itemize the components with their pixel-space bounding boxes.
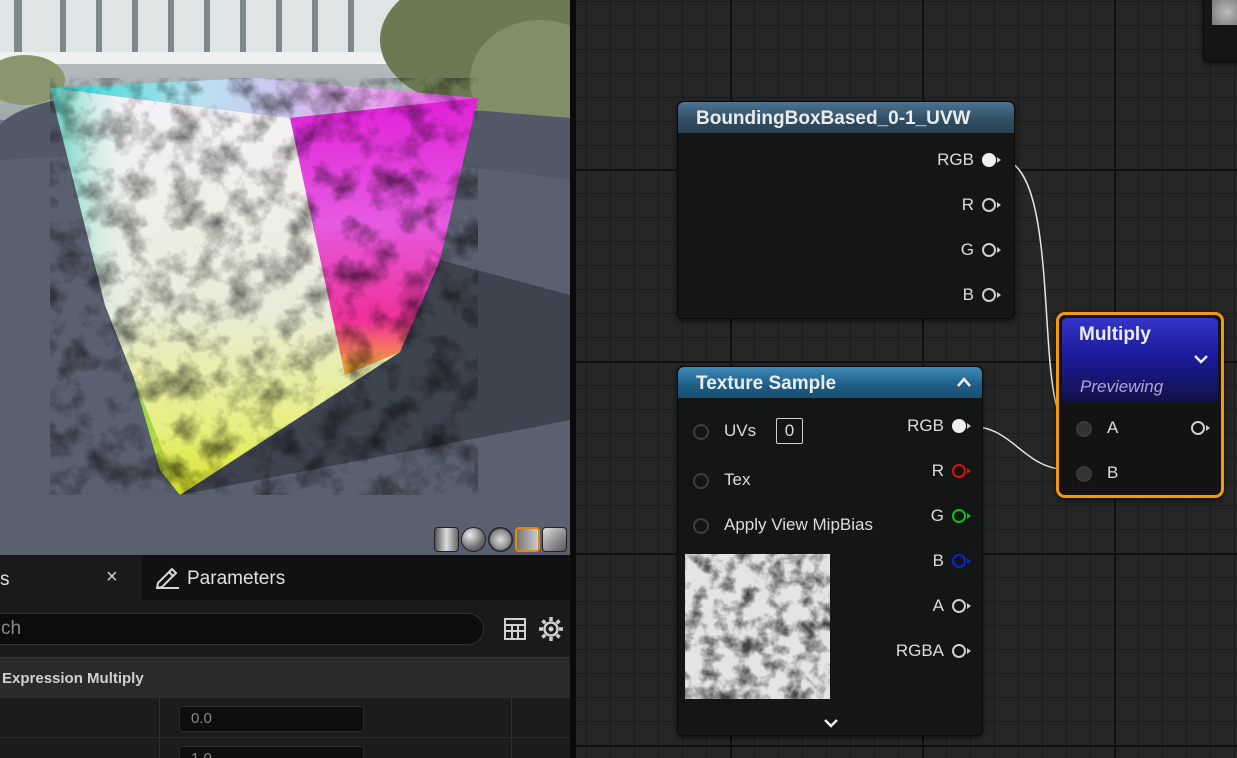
column-divider — [159, 698, 160, 738]
output-pin-result[interactable] — [1187, 416, 1210, 440]
column-divider — [159, 738, 160, 758]
pencil-icon — [155, 567, 179, 589]
pin-arrow — [967, 558, 971, 564]
texture-sample-node[interactable]: Texture Sample UVs 0 Tex Apply View MipB… — [677, 366, 983, 736]
pin-label: G — [960, 240, 974, 259]
panel-tab-bar: s × Parameters — [0, 555, 570, 600]
category-header[interactable]: Expression Multiply — [0, 657, 570, 697]
pin-connector — [982, 243, 996, 257]
column-divider — [511, 698, 512, 738]
property-row: 1.0 — [0, 737, 570, 758]
preview-status: Previewing — [1080, 377, 1164, 396]
pin-connector — [952, 644, 966, 658]
pin-label: RGBA — [895, 641, 944, 660]
node-title: Texture Sample — [696, 373, 837, 394]
details-search-input[interactable]: ch — [0, 613, 484, 645]
pin-label: UVs — [724, 421, 757, 440]
cube-preview-icon[interactable] — [515, 527, 540, 552]
pin-label: RGB — [907, 416, 944, 435]
pin-label: B — [962, 285, 974, 304]
pin-label: Apply View MipBias — [724, 515, 873, 534]
plane-preview-icon[interactable] — [488, 527, 513, 552]
pin-arrow — [997, 292, 1001, 298]
pin-connector — [693, 473, 709, 489]
pin-label: R — [961, 195, 974, 214]
pin-connector — [952, 419, 966, 433]
custom-mesh-preview-icon[interactable] — [542, 527, 567, 552]
details-panel: s × Parameters ch Expression Multiply 0.… — [0, 555, 570, 758]
pin-connector — [982, 153, 996, 167]
const-b-field[interactable]: 1.0 — [179, 746, 364, 758]
pin-label: B — [1107, 463, 1119, 482]
pin-label: A — [1107, 418, 1119, 437]
pin-arrow — [967, 468, 971, 474]
bounding-box-uvw-node[interactable]: BoundingBoxBased_0-1_UVW RGB R G B — [677, 101, 1015, 319]
pin-arrow — [967, 648, 971, 654]
node-title: BoundingBoxBased_0-1_UVW — [696, 108, 971, 129]
tab-details[interactable]: s × — [0, 555, 142, 600]
chevron-down-icon[interactable] — [1193, 353, 1209, 365]
pin-arrow — [1206, 425, 1210, 431]
pin-arrow — [967, 603, 971, 609]
material-graph-canvas[interactable]: BoundingBoxBased_0-1_UVW RGB R G B Textu… — [576, 0, 1237, 758]
tab-parameters-label: Parameters — [187, 568, 286, 589]
chevron-up-icon[interactable] — [956, 376, 972, 388]
pin-connector — [1191, 421, 1205, 435]
pin-label: B — [932, 551, 944, 570]
tab-details-label: s — [0, 569, 10, 590]
close-icon[interactable]: × — [106, 566, 118, 589]
pin-connector — [982, 198, 996, 212]
uv-index-field[interactable]: 0 — [776, 418, 803, 444]
pin-connector — [952, 554, 966, 568]
property-row: 0.0 — [0, 697, 570, 738]
pin-label: Tex — [724, 470, 751, 489]
pin-arrow — [997, 157, 1001, 163]
gear-icon[interactable] — [538, 616, 564, 642]
pin-label: R — [931, 461, 944, 480]
pin-connector — [952, 599, 966, 613]
pin-label: G — [930, 506, 944, 525]
preview-scene — [0, 0, 570, 555]
table-view-icon[interactable] — [503, 617, 527, 641]
const-a-field[interactable]: 0.0 — [179, 706, 364, 732]
pin-connector — [693, 424, 709, 440]
pin-connector — [952, 464, 966, 478]
texture-preview-thumbnail — [685, 554, 830, 699]
node-title: Multiply — [1079, 324, 1151, 345]
pin-arrow — [997, 202, 1001, 208]
pin-arrow — [967, 513, 971, 519]
material-preview-viewport[interactable] — [0, 0, 570, 555]
pin-label: A — [932, 596, 944, 615]
pin-connector — [1076, 421, 1092, 437]
cylinder-preview-icon[interactable] — [434, 527, 459, 552]
search-placeholder: ch — [1, 618, 22, 639]
sphere-preview-icon[interactable] — [461, 527, 486, 552]
column-divider — [511, 738, 512, 758]
pin-connector — [693, 518, 709, 534]
preview-mesh-toolbar — [434, 527, 567, 552]
chevron-down-icon[interactable] — [823, 717, 839, 729]
pin-connector — [1076, 466, 1092, 482]
category-label: Expression Multiply — [2, 670, 144, 687]
pin-arrow — [997, 247, 1001, 253]
pin-connector — [982, 288, 996, 302]
pin-connector — [952, 509, 966, 523]
multiply-node[interactable]: Multiply Previewing A B — [1056, 312, 1224, 498]
pin-label: RGB — [937, 150, 974, 169]
pin-arrow — [967, 423, 971, 429]
